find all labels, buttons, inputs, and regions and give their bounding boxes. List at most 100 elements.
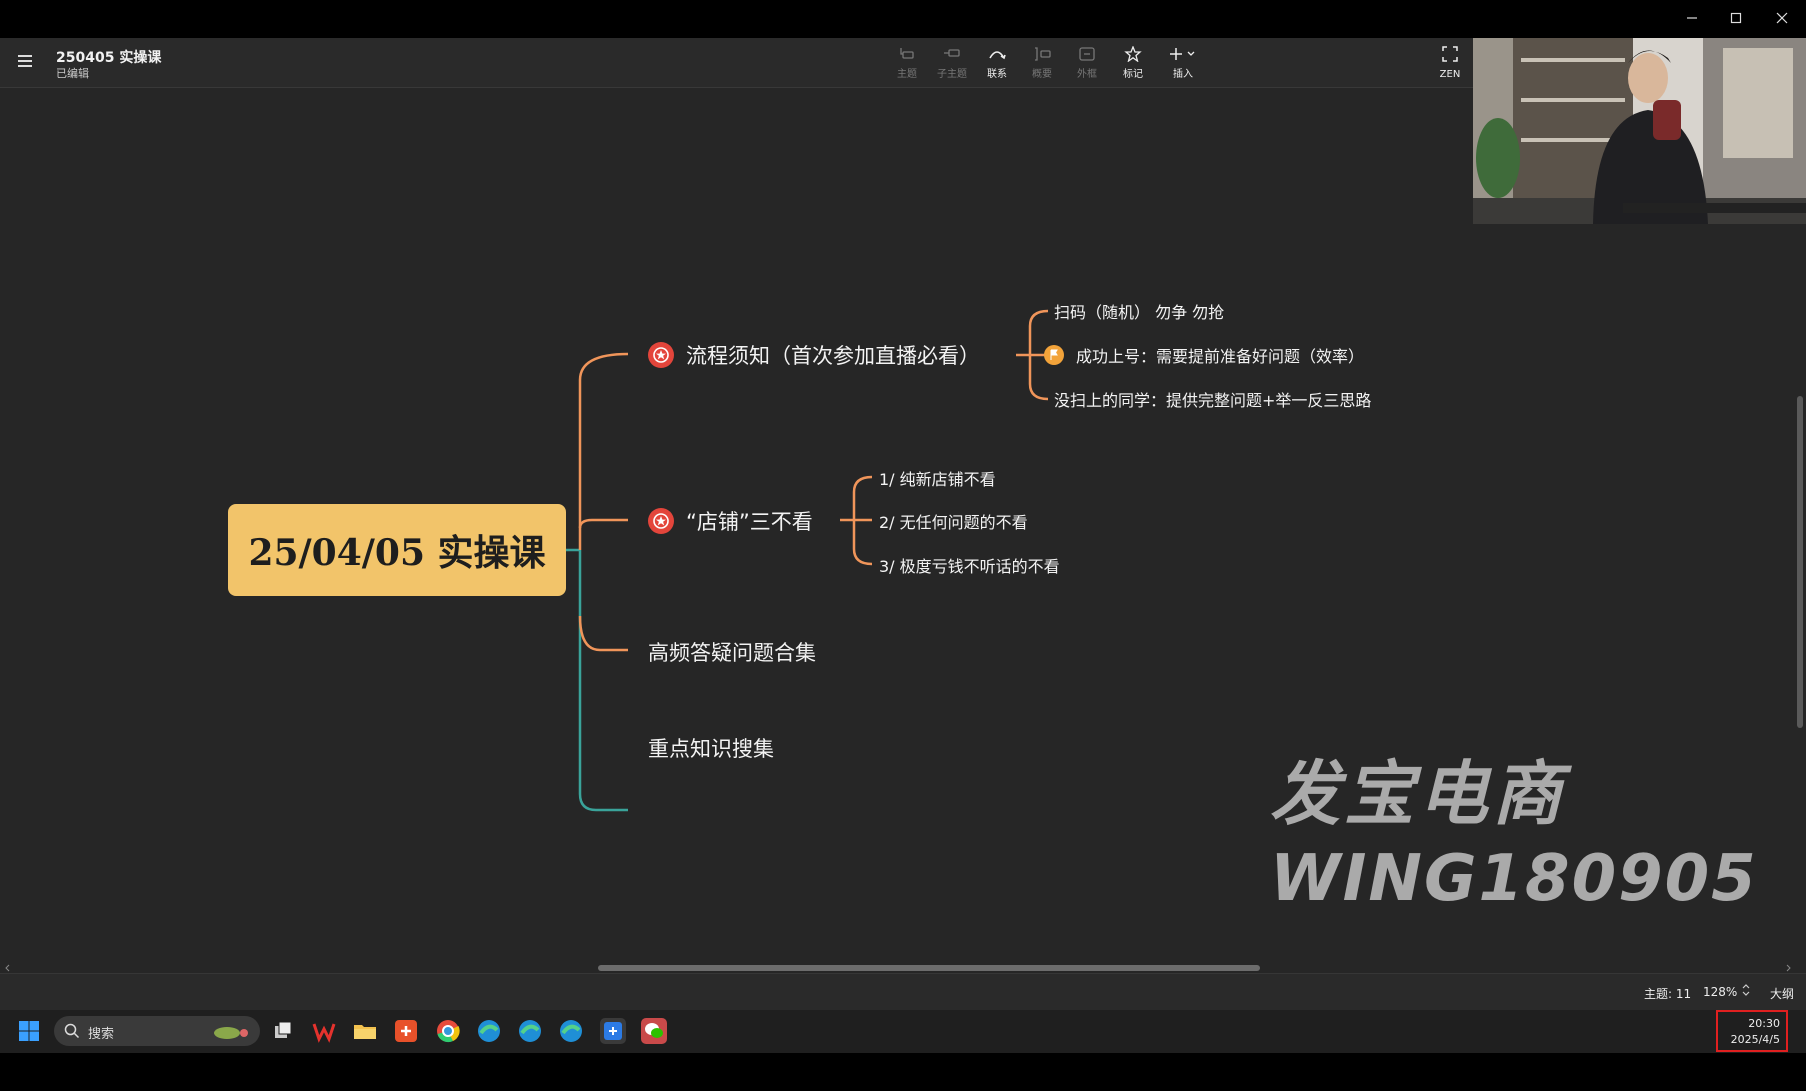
edge-icon	[478, 1020, 500, 1042]
branch-faq[interactable]: 高频答疑问题合集	[648, 637, 816, 667]
toolbar-marker-label: 标记	[1123, 69, 1143, 80]
status-bar: 主题: 11 128% 大纲	[0, 973, 1806, 1011]
file-explorer-button[interactable]	[352, 1018, 378, 1044]
edge-button-2[interactable]	[517, 1018, 543, 1044]
toolbar-subtopic-button[interactable]: 子主题	[932, 46, 972, 86]
child-label: 3/ 极度亏钱不听话的不看	[879, 557, 1060, 576]
search-icon	[64, 1023, 80, 1039]
window-titlebar	[0, 0, 1806, 38]
flag-marker-icon	[1044, 345, 1064, 365]
child-success-number[interactable]: 成功上号：需要提前准备好问题（效率）	[1044, 343, 1364, 367]
edge-button-1[interactable]	[476, 1018, 502, 1044]
search-placeholder: 搜索	[88, 1027, 115, 1042]
clock-date: 2025/4/5	[1730, 1033, 1780, 1046]
root-topic[interactable]: 25/04/05 实操课	[228, 504, 566, 596]
hamburger-menu-button[interactable]	[16, 52, 36, 70]
webcam-video-overlay	[1473, 38, 1806, 224]
webcam-image	[1473, 38, 1806, 224]
subtopic-icon	[944, 49, 960, 57]
star-marker-icon	[648, 508, 674, 534]
document-title: 250405 实操课	[56, 50, 162, 66]
folder-icon	[354, 1025, 376, 1039]
minimize-button[interactable]	[1670, 4, 1714, 32]
scroll-right-icon	[1786, 964, 1791, 972]
horizontal-scroll-thumb[interactable]	[598, 965, 1260, 971]
wps-icon	[312, 1023, 336, 1043]
vertical-scroll-thumb[interactable]	[1797, 396, 1803, 728]
search-highlight-icon	[214, 1027, 248, 1039]
edge-icon	[560, 1020, 582, 1042]
watermark-title: 发宝电商	[1270, 753, 1566, 835]
topic-count: 主题: 11	[1644, 987, 1692, 1001]
windows-logo-icon	[19, 1021, 39, 1041]
toolbar-topic-label: 主题	[897, 69, 917, 80]
scroll-left-icon	[5, 964, 10, 972]
maximize-icon	[1730, 12, 1742, 24]
toolbar-insert-button[interactable]: 插入	[1161, 46, 1205, 86]
branch-process-notes[interactable]: 流程须知（首次参加直播必看）	[648, 340, 980, 370]
maximize-button[interactable]	[1714, 4, 1758, 32]
outline-button[interactable]: 大纲	[1770, 985, 1794, 1002]
child-label: 扫码（随机） 勿争 勿抢	[1054, 303, 1225, 322]
child-new-store[interactable]: 1/ 纯新店铺不看	[879, 466, 996, 490]
child-not-scanned[interactable]: 没扫上的同学：提供完整问题+举一反三思路	[1054, 387, 1371, 411]
screen: 250405 实操课 已编辑 主题 子主题 联系 概要 外框 标记 插入 ZEN…	[0, 0, 1806, 1091]
boundary-icon	[1079, 47, 1095, 61]
child-losing-money[interactable]: 3/ 极度亏钱不听话的不看	[879, 553, 1060, 577]
branch-label: 重点知识搜集	[648, 737, 774, 761]
branch-store-three-no[interactable]: “店铺”三不看	[648, 506, 813, 536]
summary-icon	[1035, 47, 1051, 61]
topic-icon	[900, 48, 914, 59]
wechat-button[interactable]	[641, 1018, 667, 1044]
edge-button-3[interactable]	[558, 1018, 584, 1044]
start-button[interactable]	[16, 1018, 42, 1044]
child-label: 成功上号：需要提前准备好问题（效率）	[1076, 347, 1365, 366]
chrome-icon	[437, 1020, 460, 1043]
task-view-button[interactable]	[270, 1018, 296, 1044]
clock-time: 20:30	[1748, 1017, 1780, 1030]
taskbar-search-box[interactable]: 搜索	[54, 1016, 260, 1046]
child-scan-code[interactable]: 扫码（随机） 勿争 勿抢	[1054, 299, 1224, 323]
branch-key-knowledge[interactable]: 重点知识搜集	[648, 733, 774, 763]
star-marker-icon	[648, 342, 674, 368]
minimize-icon	[1687, 17, 1697, 19]
chrome-button[interactable]	[435, 1018, 461, 1044]
menu-icon	[18, 55, 32, 57]
close-icon	[1776, 12, 1788, 24]
close-button[interactable]	[1760, 4, 1804, 32]
app-orange-button[interactable]	[393, 1018, 419, 1044]
toolbar-relationship-button[interactable]: 联系	[977, 46, 1017, 86]
child-no-problem[interactable]: 2/ 无任何问题的不看	[879, 509, 1028, 533]
zen-mode-button[interactable]: ZEN	[1432, 46, 1468, 86]
system-clock[interactable]: 20:30 2025/4/5	[1716, 1010, 1788, 1052]
fullscreen-icon	[1442, 46, 1458, 62]
app-orange-icon	[395, 1020, 417, 1042]
plus-icon	[1170, 48, 1195, 60]
child-label: 没扫上的同学：提供完整问题+举一反三思路	[1054, 391, 1372, 410]
zoom-stepper[interactable]	[1741, 982, 1751, 1001]
edge-icon	[519, 1020, 541, 1042]
task-view-icon	[275, 1021, 292, 1038]
toolbar-summary-button[interactable]: 概要	[1022, 46, 1062, 86]
toolbar-subtopic-label: 子主题	[937, 69, 967, 80]
bottom-letterbox	[0, 1053, 1806, 1091]
toolbar-topic-button[interactable]: 主题	[887, 46, 927, 86]
zoom-level[interactable]: 128%	[1703, 985, 1737, 999]
wps-office-button[interactable]	[311, 1018, 337, 1044]
watermark-id: WING180905	[1270, 842, 1758, 916]
relationship-icon	[989, 51, 1006, 60]
toolbar-boundary-button[interactable]: 外框	[1067, 46, 1107, 86]
child-label: 2/ 无任何问题的不看	[879, 513, 1028, 532]
branch-label: “店铺”三不看	[686, 510, 813, 534]
mindmap-app-button[interactable]	[600, 1018, 626, 1044]
windows-taskbar: 搜索 20:30 2025/4/5	[0, 1010, 1806, 1053]
toolbar-relationship-label: 联系	[987, 69, 1007, 80]
document-status: 已编辑	[56, 67, 89, 80]
chevron-updown-icon	[1742, 984, 1750, 996]
toolbar-summary-label: 概要	[1032, 69, 1052, 80]
toolbar-boundary-label: 外框	[1077, 69, 1097, 80]
mindmap-app-icon	[604, 1022, 622, 1040]
branch-label: 流程须知（首次参加直播必看）	[686, 344, 980, 368]
star-icon	[1124, 46, 1142, 62]
toolbar-marker-button[interactable]: 标记	[1113, 46, 1153, 86]
